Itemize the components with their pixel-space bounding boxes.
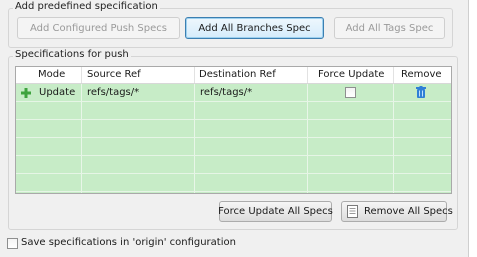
window-frame-edge [468,0,477,257]
column-header-force-update[interactable]: Force Update [318,67,384,83]
column-header-destination-ref[interactable]: Destination Ref [199,67,276,83]
push-specs-title: Specifications for push [13,49,131,60]
table-header: Mode Source Ref Destination Ref Force Up… [16,67,451,84]
push-specs-table[interactable]: Mode Source Ref Destination Ref Force Up… [15,66,452,194]
add-all-branches-spec-button[interactable]: Add All Branches Spec [185,17,324,39]
column-divider[interactable] [194,67,195,83]
save-specifications-label[interactable]: Save specifications in 'origin' configur… [21,237,236,248]
save-specifications-checkbox[interactable] [7,238,18,249]
column-header-mode[interactable]: Mode [38,67,65,83]
column-divider[interactable] [81,67,82,83]
table-row [16,102,451,120]
trash-icon[interactable] [416,86,426,98]
column-divider[interactable] [307,67,308,83]
predefined-spec-title: Add predefined specification [13,1,160,12]
push-spec-panel: Add predefined specification Add Configu… [0,0,470,257]
table-row [16,138,451,156]
force-update-checkbox[interactable] [345,87,356,98]
row-source-ref[interactable]: refs/tags/* [87,84,139,101]
remove-all-specs-label: Remove All Specs [364,206,453,217]
remove-all-specs-button[interactable]: Remove All Specs [341,201,453,222]
column-header-source-ref[interactable]: Source Ref [87,67,141,83]
table-row [16,174,451,192]
add-configured-push-specs-button[interactable]: Add Configured Push Specs [17,17,180,39]
add-all-tags-spec-button[interactable]: Add All Tags Spec [334,17,445,39]
row-destination-ref[interactable]: refs/tags/* [200,84,252,101]
table-row[interactable]: Update refs/tags/* refs/tags/* [16,84,451,102]
table-row [16,120,451,138]
force-update-all-specs-button[interactable]: Force Update All Specs [218,201,333,222]
row-mode[interactable]: Update [39,84,75,101]
column-divider[interactable] [393,67,394,83]
remove-all-icon [347,205,358,218]
table-row [16,156,451,174]
plus-icon [21,88,31,98]
column-header-remove[interactable]: Remove [401,67,442,83]
